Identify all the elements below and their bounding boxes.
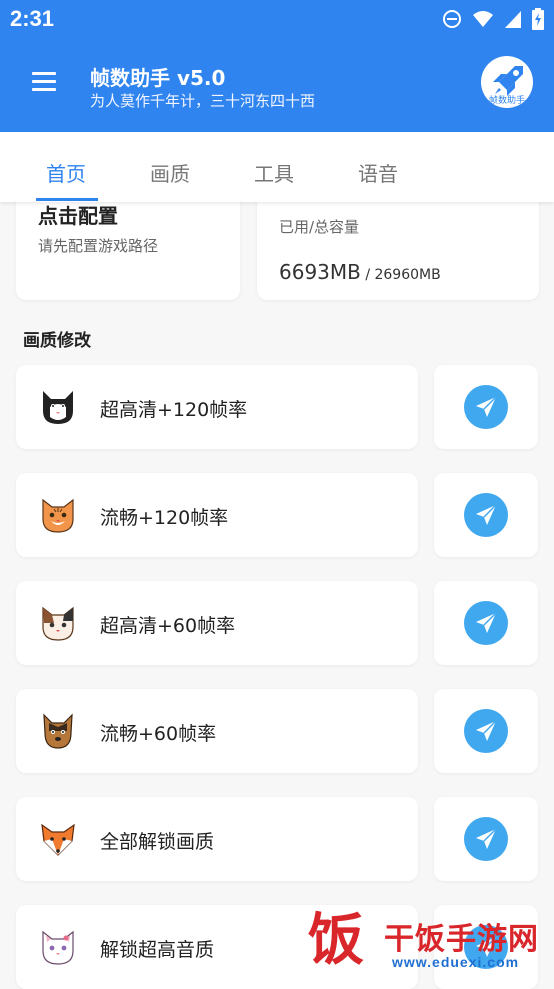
storage-used: 6693MB xyxy=(279,260,361,284)
send-icon xyxy=(476,720,497,741)
option-card[interactable]: 流畅+120帧率 xyxy=(16,473,418,557)
battery-icon xyxy=(532,8,544,30)
tab-bar: 首页 画质 工具 语音 xyxy=(0,132,554,202)
send-circle xyxy=(464,817,508,861)
apply-button[interactable] xyxy=(434,365,538,449)
signal-icon xyxy=(505,11,521,28)
apply-button[interactable] xyxy=(434,473,538,557)
tab-quality[interactable]: 画质 xyxy=(150,158,190,187)
send-icon xyxy=(476,612,497,633)
orange-cat-icon xyxy=(42,498,74,533)
send-circle xyxy=(464,709,508,753)
apply-button[interactable] xyxy=(434,797,538,881)
send-icon xyxy=(476,828,497,849)
status-time: 2:31 xyxy=(10,6,55,31)
option-label: 流畅+60帧率 xyxy=(100,723,217,745)
status-icons xyxy=(442,7,544,31)
fox-icon xyxy=(41,823,75,856)
option-label: 全部解锁画质 xyxy=(100,831,215,853)
send-circle xyxy=(464,493,508,537)
tab-tools[interactable]: 工具 xyxy=(254,158,294,187)
section-title: 画质修改 xyxy=(23,331,91,351)
option-card[interactable]: 超高清+60帧率 xyxy=(16,581,418,665)
white-cat-icon xyxy=(42,930,74,965)
app-bar: 帧数助手 v5.0 为人莫作千年计，三十河东四十西 帧数助手 xyxy=(0,38,554,132)
black-white-cat-icon xyxy=(43,391,73,424)
tab-home[interactable]: 首页 xyxy=(46,158,86,187)
option-label: 解锁超高音质 xyxy=(100,939,215,961)
app-title: 帧数助手 v5.0 xyxy=(90,66,226,90)
option-card[interactable]: 超高清+120帧率 xyxy=(16,365,418,449)
watermark-glyph: 饭 xyxy=(308,907,364,973)
option-label: 超高清+60帧率 xyxy=(100,615,236,637)
config-subtitle: 请先配置游戏路径 xyxy=(38,237,159,255)
option-label: 超高清+120帧率 xyxy=(100,399,248,421)
menu-icon[interactable] xyxy=(32,72,56,92)
config-title: 点击配置 xyxy=(38,204,118,228)
app-logo[interactable]: 帧数助手 xyxy=(481,56,533,108)
do-not-disturb-icon xyxy=(443,10,461,28)
storage-value: 6693MB / 26960MB xyxy=(279,260,441,284)
tab-voice[interactable]: 语音 xyxy=(358,158,398,187)
calico-cat-icon xyxy=(42,606,74,641)
apply-button[interactable] xyxy=(434,581,538,665)
app-subtitle: 为人莫作千年计，三十河东四十西 xyxy=(90,92,316,110)
send-circle xyxy=(464,601,508,645)
dog-icon xyxy=(43,713,73,749)
wifi-icon xyxy=(473,11,493,27)
storage-label: 已用/总容量 xyxy=(279,218,360,236)
option-card[interactable]: 流畅+60帧率 xyxy=(16,689,418,773)
option-card[interactable]: 全部解锁画质 xyxy=(16,797,418,881)
watermark-name: 干饭手游网 xyxy=(384,922,539,957)
send-circle xyxy=(464,385,508,429)
storage-total: / 26960MB xyxy=(360,267,441,283)
apply-button[interactable] xyxy=(434,689,538,773)
option-label: 流畅+120帧率 xyxy=(100,507,229,529)
watermark: 饭 干饭手游网 www.eduexi.com xyxy=(308,908,544,978)
tab-indicator xyxy=(36,198,98,201)
logo-text: 帧数助手 xyxy=(488,96,525,106)
send-icon xyxy=(476,504,497,525)
status-bar: 2:31 xyxy=(0,0,554,38)
send-icon xyxy=(476,396,497,417)
watermark-url: www.eduexi.com xyxy=(392,954,520,970)
